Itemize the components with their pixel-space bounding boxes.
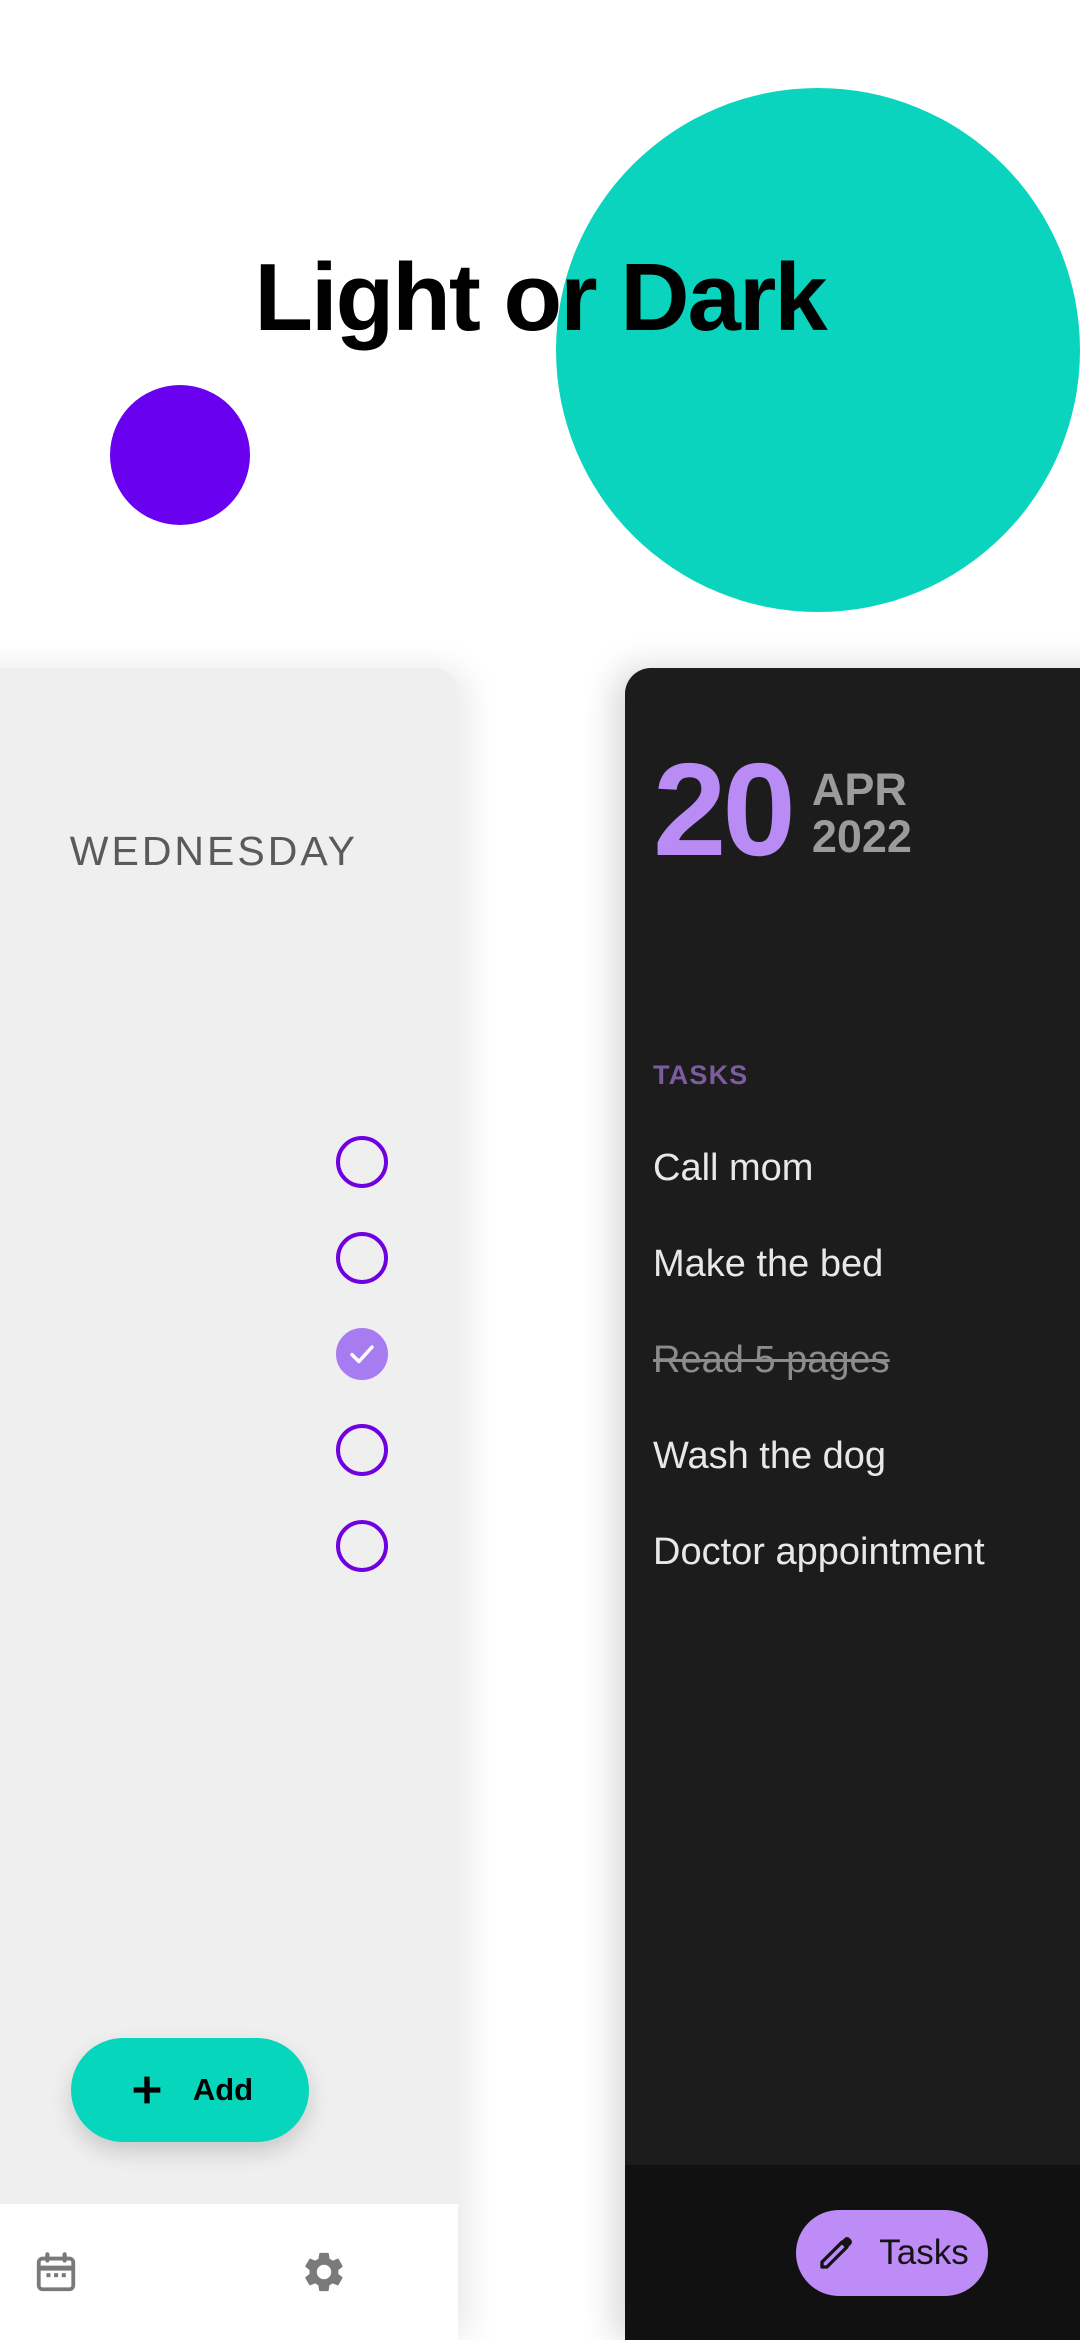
dark-theme-card: 20 APR 2022 TASKS Call mom Make the bed …	[625, 668, 1080, 2340]
date-year: 2022	[812, 813, 912, 860]
task-checkbox[interactable]	[336, 1136, 388, 1188]
date-header: 20 APR 2022	[653, 756, 912, 864]
task-list: Call mom Make the bed Read 5 pages Wash …	[653, 1120, 1080, 1600]
task-list-item-completed[interactable]: Read 5 pages	[653, 1312, 1080, 1408]
task-list-item[interactable]: Doctor appointment	[653, 1504, 1080, 1600]
nav-item-calendar[interactable]	[0, 2249, 190, 2295]
date-day: 20	[653, 756, 792, 864]
purple-circle-decoration	[110, 385, 250, 525]
plus-icon	[127, 2070, 167, 2110]
tasks-section-label: TASKS	[653, 1060, 749, 1091]
checkbox-list	[336, 1136, 388, 1572]
light-card-bottom-nav	[0, 2204, 458, 2340]
hero-banner: Light or Dark	[0, 0, 1080, 660]
pencil-icon	[815, 2232, 857, 2274]
light-card-body: WEDNESDAY	[0, 668, 458, 2204]
weekday-label: WEDNESDAY	[0, 828, 458, 875]
task-list-item[interactable]: Wash the dog	[653, 1408, 1080, 1504]
task-checkbox[interactable]	[336, 1232, 388, 1284]
task-checkbox[interactable]	[336, 1520, 388, 1572]
add-task-label: Add	[193, 2072, 253, 2108]
date-month-year: APR 2022	[812, 756, 912, 861]
tasks-nav-button[interactable]: Tasks	[796, 2210, 988, 2296]
calendar-icon	[33, 2249, 79, 2295]
dark-card-body: 20 APR 2022 TASKS Call mom Make the bed …	[625, 668, 1080, 2165]
nav-item-settings[interactable]	[190, 2248, 458, 2296]
check-icon	[347, 1339, 377, 1369]
light-theme-card: WEDNESDAY	[0, 668, 458, 2340]
dark-card-bottom-nav: Tasks	[625, 2165, 1080, 2340]
task-checkbox-checked[interactable]	[336, 1328, 388, 1380]
add-task-button[interactable]: Add	[71, 2038, 309, 2142]
page-title: Light or Dark	[0, 250, 1080, 346]
date-month: APR	[812, 766, 912, 813]
task-list-item[interactable]: Call mom	[653, 1120, 1080, 1216]
gear-icon	[300, 2248, 348, 2296]
task-list-item[interactable]: Make the bed	[653, 1216, 1080, 1312]
task-checkbox[interactable]	[336, 1424, 388, 1476]
tasks-nav-label: Tasks	[879, 2233, 968, 2273]
